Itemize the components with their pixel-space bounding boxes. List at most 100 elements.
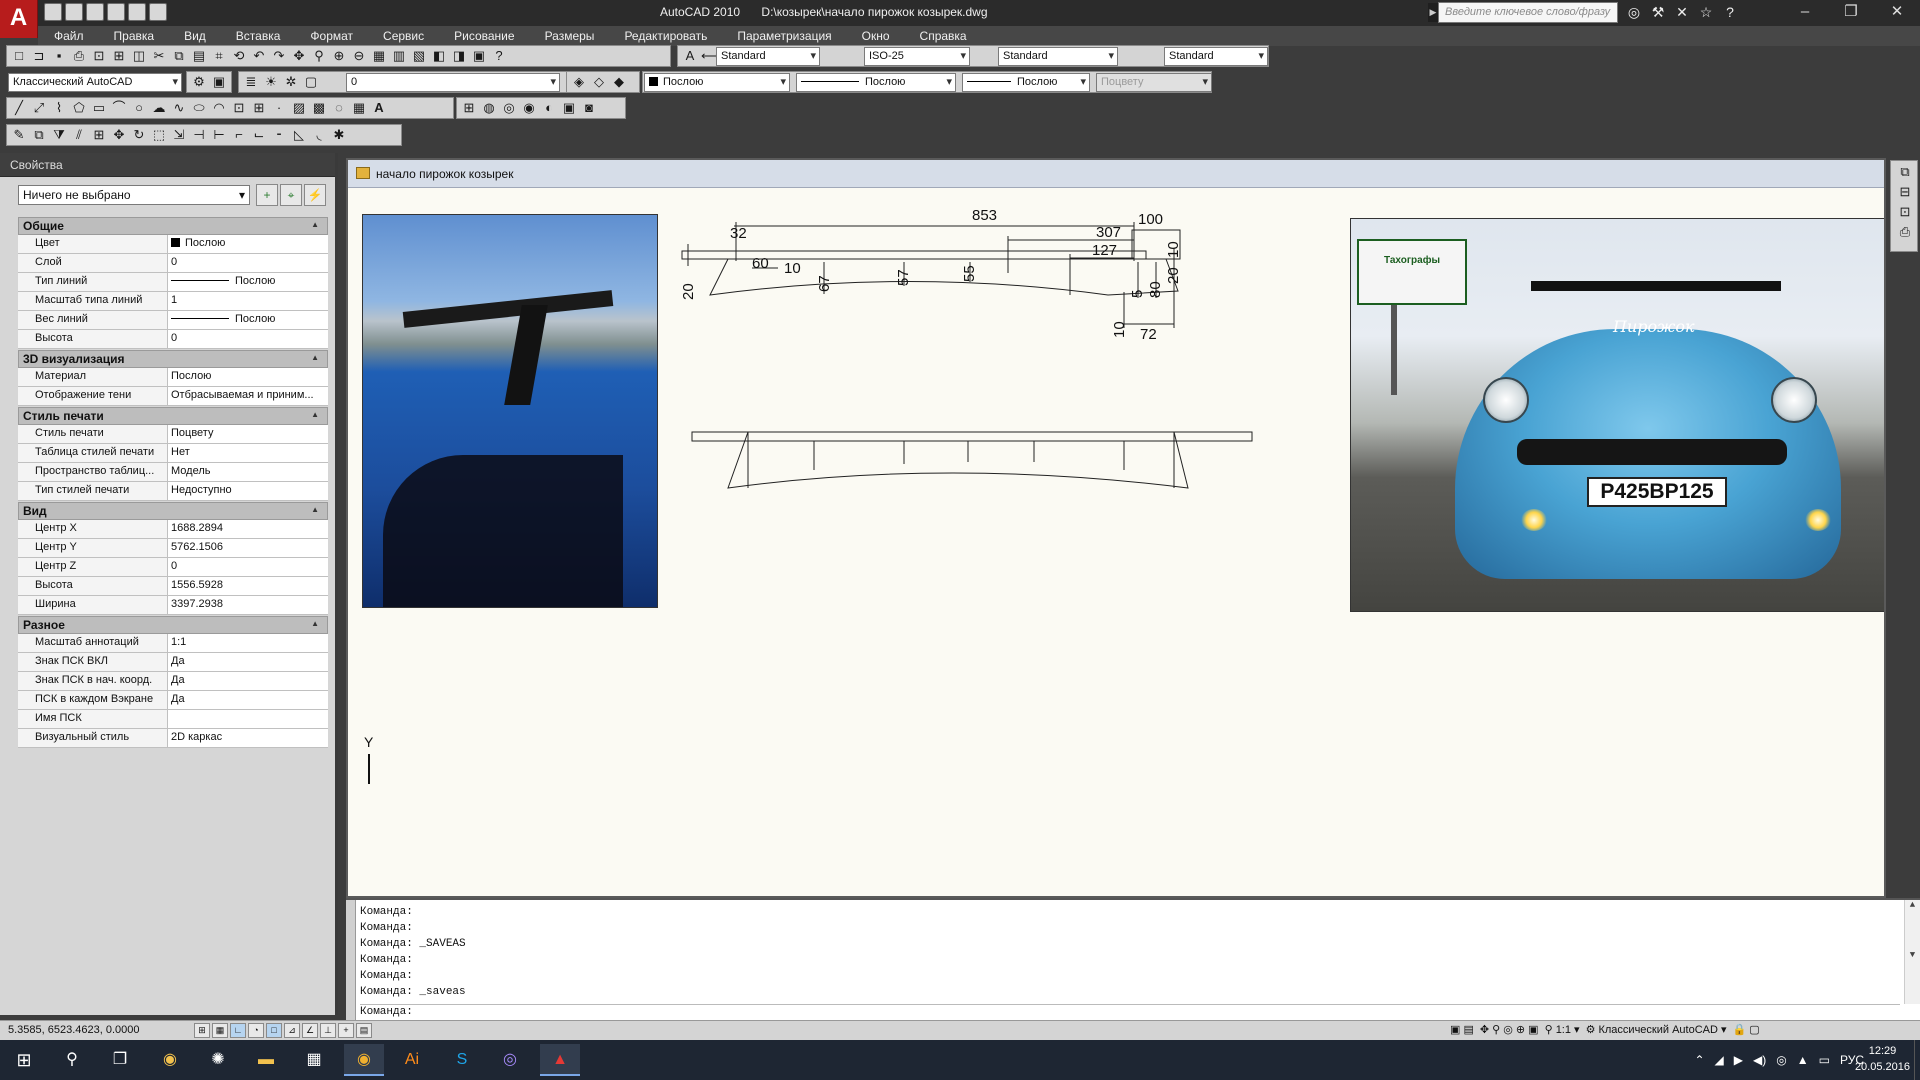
ortho-toggle[interactable]: ∟ <box>230 1023 246 1038</box>
copy-icon[interactable]: ⧉ <box>170 47 188 65</box>
undo-icon[interactable]: ↶ <box>250 47 268 65</box>
lock-icon[interactable]: 🔒 ▢ <box>1733 1023 1760 1036</box>
save-icon[interactable]: ▪ <box>50 47 68 65</box>
network-icon[interactable]: ◢ <box>1715 1053 1724 1067</box>
command-scrollbar[interactable]: ▲ ▼ <box>1904 900 1920 1004</box>
linetype-select[interactable]: Послою <box>796 73 956 92</box>
menu-format[interactable]: Формат <box>310 26 353 46</box>
property-row[interactable]: Масштаб типа линий 1 <box>18 292 328 311</box>
layer-lock-icon[interactable]: ▢ <box>302 73 320 91</box>
layout-icon[interactable]: ⧉ <box>1896 163 1914 181</box>
communication-icon[interactable]: ✕ <box>1672 3 1692 22</box>
markup-icon[interactable]: ◨ <box>450 47 468 65</box>
skype-icon[interactable]: S <box>442 1044 482 1076</box>
arc-icon[interactable]: ⌒ <box>110 99 128 117</box>
pdf-reader-icon[interactable]: ▲ <box>540 1044 580 1076</box>
menu-tools[interactable]: Сервис <box>383 26 424 46</box>
property-row[interactable]: Тип линий Послою <box>18 273 328 292</box>
camera-icon[interactable]: ◐ <box>540 99 558 117</box>
drawing-tab[interactable]: начало пирожок козырек <box>348 160 1884 188</box>
toggle-pickadd-icon[interactable]: + <box>256 184 278 206</box>
workspace-select[interactable]: Классический AutoCAD <box>8 73 182 92</box>
properties-icon[interactable]: ▦ <box>370 47 388 65</box>
restore-icon[interactable]: ❐ <box>1828 0 1874 26</box>
layer-previous-icon[interactable]: ◇ <box>590 73 608 91</box>
alert-icon[interactable]: ▲ <box>1797 1053 1809 1067</box>
plot-icon[interactable] <box>149 3 167 21</box>
mleader-style-select[interactable]: Standard <box>1164 47 1268 66</box>
fillet-icon[interactable]: ◟ <box>310 126 328 144</box>
property-value[interactable]: 2D каркас <box>168 729 328 747</box>
trim-icon[interactable]: ⊣ <box>190 126 208 144</box>
property-value[interactable]: Отбрасываемая и приним... <box>168 387 328 405</box>
grid-toggle[interactable]: ▦ <box>212 1023 228 1038</box>
plot-preview-icon[interactable]: ⊡ <box>90 47 108 65</box>
rotate-icon[interactable]: ↻ <box>130 126 148 144</box>
menu-parametric[interactable]: Параметризация <box>737 26 831 46</box>
color-select[interactable]: Послою <box>644 73 790 92</box>
layer-select[interactable]: 0 <box>346 73 560 92</box>
osnap-toggle[interactable]: □ <box>266 1023 282 1038</box>
property-value[interactable]: 1688.2894 <box>168 520 328 538</box>
search-icon[interactable]: ⚲ <box>52 1044 92 1076</box>
model-space-canvas[interactable]: 853 307 100 127 32 60 10 20 67 57 55 5 8… <box>348 188 1884 896</box>
property-value[interactable]: 0 <box>168 254 328 272</box>
menu-insert[interactable]: Вставка <box>236 26 281 46</box>
menu-draw[interactable]: Рисование <box>454 26 514 46</box>
task-view-icon[interactable]: ❐ <box>100 1044 140 1076</box>
property-value[interactable]: 0 <box>168 330 328 348</box>
property-category[interactable]: Стиль печати <box>18 407 328 425</box>
zoom-realtime-icon[interactable]: ⚲ <box>310 47 328 65</box>
select-objects-icon[interactable]: ⌖ <box>280 184 302 206</box>
model-icon[interactable]: ▣ ▤ <box>1450 1023 1474 1036</box>
property-row[interactable]: Центр Y 5762.1506 <box>18 539 328 558</box>
array-icon[interactable]: ⊞ <box>90 126 108 144</box>
lineweight-select[interactable]: Послою <box>962 73 1090 92</box>
search-expand-icon[interactable]: ▶ <box>1428 3 1438 22</box>
rectangle-icon[interactable]: ▭ <box>90 99 108 117</box>
table-icon[interactable]: ▦ <box>350 99 368 117</box>
property-category[interactable]: 3D визуализация <box>18 350 328 368</box>
qnew-icon[interactable]: □ <box>10 47 28 65</box>
viber-tray-icon[interactable]: ◎ <box>1776 1053 1786 1067</box>
property-value[interactable]: 5762.1506 <box>168 539 328 557</box>
design-center-icon[interactable]: ▥ <box>390 47 408 65</box>
property-row[interactable]: Высота 0 <box>18 330 328 349</box>
menu-window[interactable]: Окно <box>862 26 890 46</box>
zoom-previous-icon[interactable]: ⊖ <box>350 47 368 65</box>
dim-style-select[interactable]: ISO-25 <box>864 47 970 66</box>
open-icon[interactable]: ⊐ <box>30 47 48 65</box>
annotation-scale[interactable]: ⚲ 1:1 ▾ <box>1545 1023 1580 1036</box>
property-value[interactable]: Недоступно <box>168 482 328 500</box>
mirror-icon[interactable]: ⧩ <box>50 126 68 144</box>
property-value[interactable]: 1 <box>168 292 328 310</box>
property-row[interactable]: Стиль печати Поцвету <box>18 425 328 444</box>
property-value[interactable]: Да <box>168 653 328 671</box>
polar-toggle[interactable]: ◔ <box>248 1023 264 1038</box>
spline-icon[interactable]: ∿ <box>170 99 188 117</box>
property-row[interactable]: Таблица стилей печати Нет <box>18 444 328 463</box>
mtext-icon[interactable]: A <box>370 99 388 117</box>
windows-start-icon[interactable]: ⊞ <box>0 1040 48 1080</box>
move-icon[interactable]: ✥ <box>110 126 128 144</box>
quickcalc-icon[interactable]: ▣ <box>470 47 488 65</box>
property-value[interactable]: 1556.5928 <box>168 577 328 595</box>
plot-layout-icon[interactable]: ⎙ <box>1896 223 1914 241</box>
gradient-icon[interactable]: ▩ <box>310 99 328 117</box>
property-value[interactable] <box>168 710 328 728</box>
property-row[interactable]: Тип стилей печати Недоступно <box>18 482 328 501</box>
viewport-icon[interactable]: ⊟ <box>1896 183 1914 201</box>
polygon-icon[interactable]: ⬠ <box>70 99 88 117</box>
publish-icon[interactable]: ⊞ <box>110 47 128 65</box>
property-value[interactable]: Послою <box>168 311 328 329</box>
erase-icon[interactable]: ✎ <box>10 126 28 144</box>
workspace-switch[interactable]: ⚙ Классический AutoCAD ▾ <box>1586 1023 1727 1036</box>
menu-modify[interactable]: Редактировать <box>624 26 707 46</box>
explode-icon[interactable]: ✱ <box>330 126 348 144</box>
text-style-select[interactable]: Standard <box>716 47 820 66</box>
make-current-icon[interactable]: ◈ <box>570 73 588 91</box>
new-file-icon[interactable] <box>44 3 62 21</box>
polyline-icon[interactable]: ⌇ <box>50 99 68 117</box>
redo-icon[interactable] <box>128 3 146 21</box>
break-icon[interactable]: ⌙ <box>250 126 268 144</box>
